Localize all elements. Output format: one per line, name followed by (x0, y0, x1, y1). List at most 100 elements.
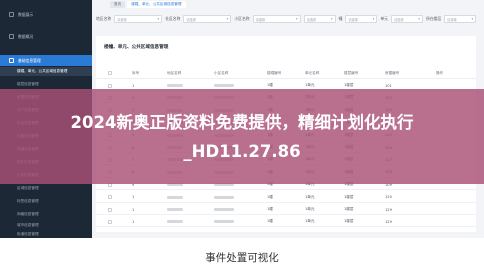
column-header: 房屋编号 (385, 70, 400, 75)
sidebar-subitem[interactable]: 城市信息管理 (0, 221, 92, 230)
sidebar-subitem[interactable]: 区域信息管理 (0, 184, 92, 193)
cell-index: 1 (132, 207, 135, 212)
tab-building-management[interactable]: 楼幢、单元、公共区域信息管理 (127, 1, 186, 8)
select-placeholder: 请选择 (255, 17, 266, 22)
sidebar-subitem-label: 街道信息管理 (17, 232, 39, 236)
obscured-cell (167, 208, 183, 211)
building-select[interactable]: 请选择 ▾ (303, 15, 336, 23)
cell-building: 1幢 (267, 219, 273, 224)
tab-strip: 首页 楼幢、单元、公共区域信息管理 (110, 0, 186, 9)
row-checkbox[interactable] (108, 219, 112, 224)
sidebar-subitem[interactable]: 标签信息管理 (0, 197, 92, 206)
table-row[interactable]: 1 1幢 1单元 1楼层 129 (96, 205, 476, 215)
cell-unit: 1单元 (305, 219, 315, 224)
obscured-cell (214, 208, 234, 211)
table-row[interactable]: 1 1幢 1单元 1楼层 129 (96, 217, 476, 228)
chevron-down-icon: ▾ (226, 17, 229, 21)
region-select[interactable]: 请选择 ▾ (114, 15, 163, 23)
sidebar-subitem[interactable]: 楼幢、单元、公共区域信息管理 (0, 67, 92, 76)
column-header: 楼幢编号 (267, 70, 282, 75)
filter-bar: 地区名称 请选择 ▾ 社区名称 请选择 ▾ 小区名称 请选择 ▾ 请选择 ▾ 幢… (96, 11, 480, 27)
chevron-down-icon: ▾ (330, 17, 333, 21)
cell-floor: 1楼层 (344, 194, 354, 199)
filter-label: 幢 (338, 16, 343, 21)
row-checkbox[interactable] (108, 207, 112, 212)
select-placeholder: 请选择 (186, 17, 196, 22)
tab-home[interactable]: 首页 (110, 1, 126, 8)
sidebar-item-label: 数据概况 (18, 33, 34, 39)
row-checkbox[interactable] (108, 195, 112, 200)
sidebar-item-data-overview[interactable]: 数据概况 (0, 31, 92, 42)
overlay-banner: 2024新奥正版资料免费提供，精细计划化执行_HD11.27.86 (0, 89, 484, 184)
cell-room: 129 (385, 219, 392, 224)
sidebar-item-label: 数据展示 (18, 11, 34, 17)
sidebar-subitem-label: 楼层信息管理 (17, 82, 39, 86)
cell-building: 1幢 (267, 83, 273, 87)
cell-unit: 1单元 (305, 194, 315, 199)
estate-select[interactable]: 请选择 ▾ (252, 15, 301, 23)
caption-text: 事件处置可视化 (205, 252, 279, 264)
panel-title: 楼幢、单元、公共区域信息管理 (104, 45, 169, 50)
sidebar-item-data-display[interactable]: 数据展示 (0, 9, 92, 20)
sidebar-subitem[interactable]: 楼层信息管理 (0, 80, 92, 89)
obscured-cell (167, 84, 183, 87)
chevron-down-icon: ▾ (295, 17, 298, 21)
table-row[interactable]: 1 1幢 1单元 1楼层 120 (96, 193, 476, 203)
row-checkbox[interactable] (108, 83, 112, 88)
sidebar-item-label: 基础信息管理 (18, 57, 41, 63)
sidebar-subitem-label: 城市信息管理 (17, 223, 39, 227)
screenshot-frame: 数据展示 数据概况 基础信息管理 楼幢、单元、公共区域信息管理 楼层信息管理 房… (0, 0, 484, 238)
cell-unit: 1单元 (305, 207, 315, 211)
column-header: 操作 (436, 70, 444, 75)
column-header: 楼层编号 (344, 70, 359, 75)
filter-label: 社区名称 (165, 16, 181, 21)
select-all-checkbox[interactable] (108, 71, 112, 75)
column-header: 地区名称 (167, 70, 182, 75)
cell-unit: 1单元 (305, 83, 315, 87)
obscured-cell (214, 220, 234, 224)
filter-label: 地区名称 (96, 16, 112, 21)
chevron-down-icon: ▾ (157, 17, 160, 21)
sidebar-subitem[interactable]: 网格信息管理 (0, 210, 92, 219)
select-placeholder: 请选择 (348, 17, 358, 22)
cell-floor: 1楼层 (344, 207, 354, 211)
sidebar-subitem-label: 标签信息管理 (17, 199, 39, 203)
cell-room: 120 (385, 195, 392, 200)
cell-index: 1 (132, 83, 135, 88)
cell-floor: 1楼层 (344, 83, 354, 87)
cell-room: 101 (385, 83, 392, 88)
cell-index: 1 (132, 219, 135, 224)
unit-name-select[interactable]: 请选择 ▾ (390, 15, 423, 23)
filter-label: 所在楼层 (425, 16, 442, 21)
chevron-down-icon: ▾ (418, 17, 420, 21)
chevron-down-icon: ▾ (372, 17, 375, 21)
select-placeholder: 请选择 (117, 17, 127, 22)
square-icon (9, 34, 14, 39)
sidebar-subitem-label: 楼幢、单元、公共区域信息管理 (17, 69, 68, 73)
cell-building: 1幢 (267, 194, 273, 199)
select-placeholder: 请选择 (447, 17, 457, 22)
cell-index: 1 (132, 195, 135, 200)
sidebar-subitem-label: 网格信息管理 (17, 212, 39, 216)
community-select[interactable]: 请选择 ▾ (183, 15, 232, 23)
column-header: 小区名称 (214, 70, 229, 75)
obscured-cell (167, 220, 183, 224)
chevron-down-icon: ▾ (471, 17, 474, 21)
column-header: 序号 (132, 70, 140, 75)
square-icon (9, 12, 14, 17)
image-caption: 事件处置可视化 (0, 238, 484, 277)
cell-floor: 1楼层 (344, 219, 354, 224)
floor-select[interactable]: 请选择 ▾ (444, 15, 477, 23)
cell-room: 129 (385, 207, 392, 212)
select-placeholder: 请选择 (393, 17, 404, 22)
unit-select[interactable]: 请选择 ▾ (345, 15, 378, 23)
column-header: 单元名称 (305, 70, 320, 75)
select-placeholder: 请选择 (306, 17, 317, 22)
square-icon (9, 58, 14, 63)
sidebar-subitem[interactable]: 街道信息管理 (0, 230, 92, 238)
obscured-cell (167, 195, 183, 199)
filter-label: 小区名称 (234, 16, 250, 21)
sidebar-item-basic-info[interactable]: 基础信息管理 (0, 55, 92, 66)
banner-text: 2024新奥正版资料免费提供，精细计划化执行_HD11.27.86 (70, 112, 414, 161)
filter-label: 单元 (380, 16, 388, 21)
